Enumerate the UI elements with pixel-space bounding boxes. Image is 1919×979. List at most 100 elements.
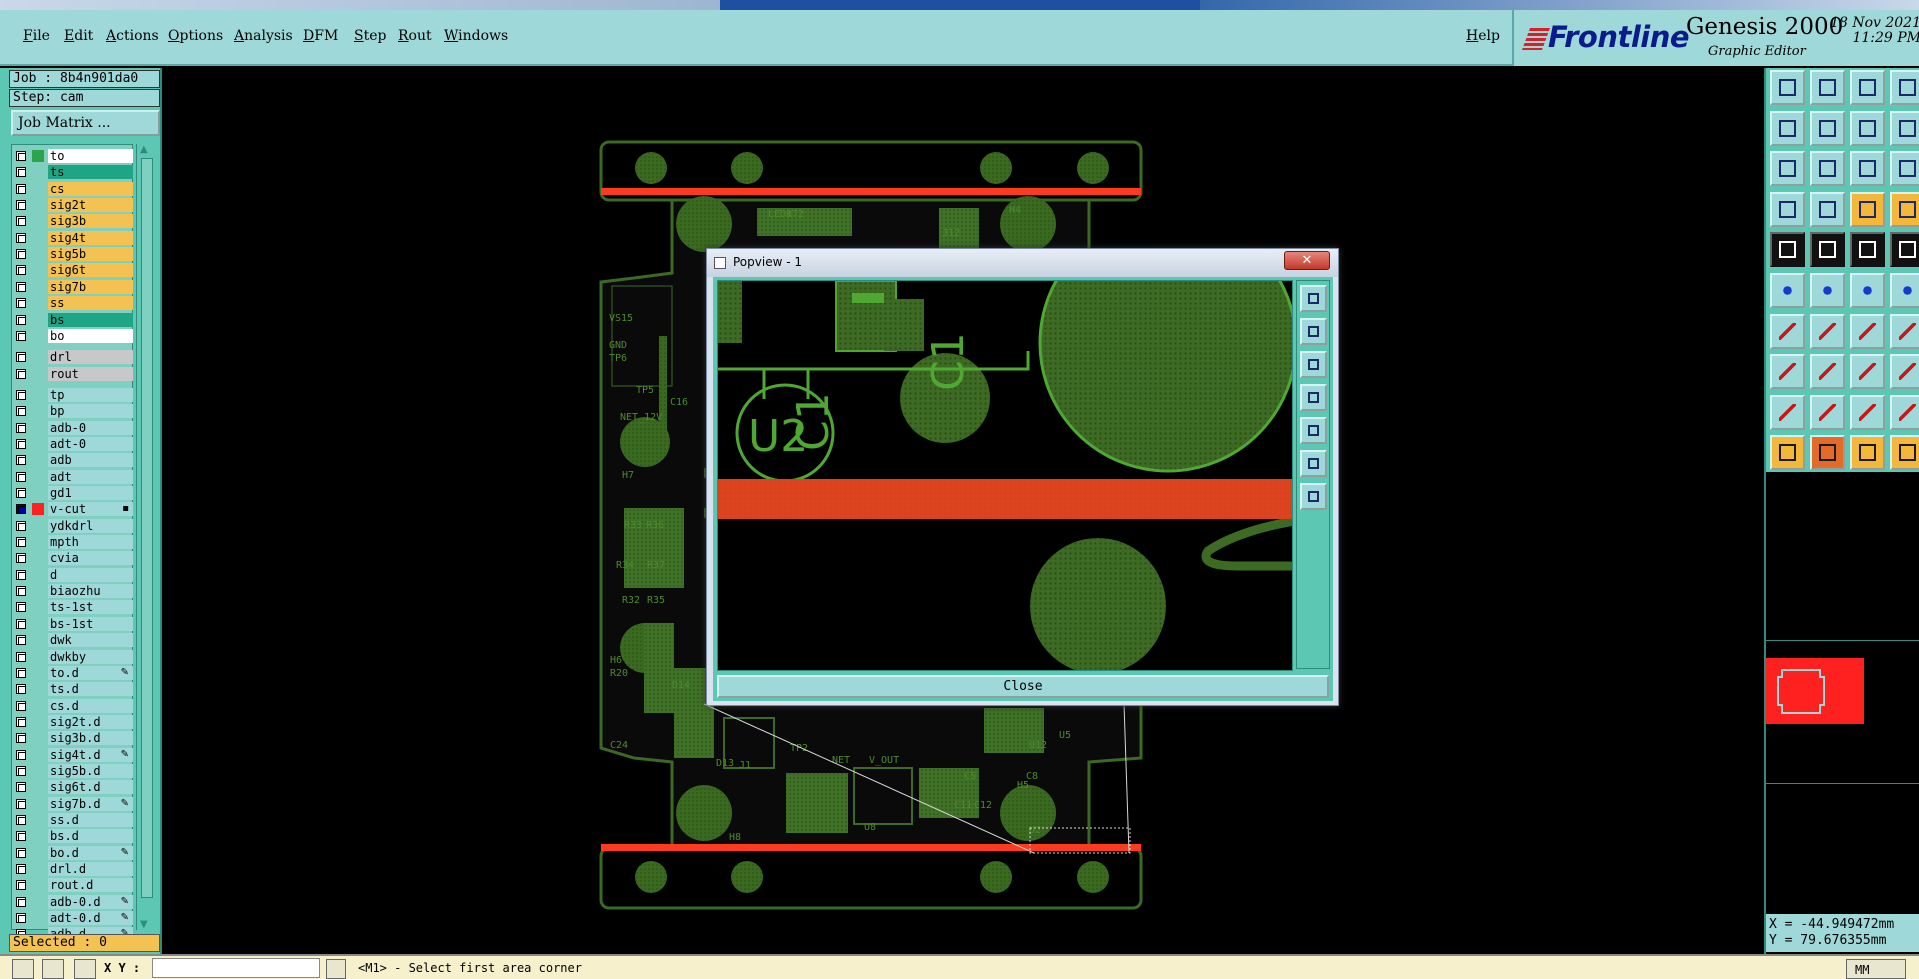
layer-row[interactable]: rout.d: [12, 877, 133, 893]
layer-row[interactable]: sig4t.d ✎: [12, 747, 133, 763]
triangle-button[interactable]: [1770, 394, 1805, 430]
ruler-button[interactable]: [1850, 232, 1885, 268]
layer-name[interactable]: bo: [48, 328, 133, 343]
layer-display-checkbox[interactable]: [16, 553, 26, 564]
layer-color-swatch[interactable]: [32, 618, 44, 630]
layer-display-checkbox[interactable]: [16, 684, 26, 695]
layer-color-swatch[interactable]: [32, 552, 44, 564]
layer-display-checkbox[interactable]: [16, 281, 26, 292]
layer-row[interactable]: d: [12, 567, 133, 583]
layer-display-checkbox[interactable]: [16, 167, 26, 178]
layer-name[interactable]: dwkby: [48, 649, 133, 664]
layer-list-scrollbar[interactable]: ▲ ▼: [136, 144, 158, 930]
layer-row[interactable]: sig4t: [12, 230, 133, 246]
close-icon[interactable]: ✕: [1284, 251, 1330, 270]
layer-name[interactable]: cs.d: [48, 698, 133, 713]
layer-name[interactable]: cvia: [48, 551, 133, 566]
layer-row[interactable]: adb: [12, 452, 133, 468]
layer-color-swatch[interactable]: [32, 634, 44, 646]
layer-display-checkbox[interactable]: [16, 406, 26, 417]
layer-display-checkbox[interactable]: [16, 602, 26, 613]
layer-row[interactable]: bp: [12, 403, 133, 419]
measure-button[interactable]: [1770, 191, 1805, 227]
measure-mode-icon[interactable]: [42, 959, 64, 979]
layer-row[interactable]: drl: [12, 349, 133, 365]
layer-name[interactable]: ss.d: [48, 813, 133, 827]
layer-name[interactable]: ts-1st: [48, 600, 133, 615]
layer-color-swatch[interactable]: [32, 248, 44, 260]
measure-2-button[interactable]: [1850, 354, 1885, 390]
layer-name[interactable]: biaozhu: [48, 584, 133, 599]
layer-compare-button[interactable]: [1850, 191, 1885, 227]
layer-row[interactable]: tp: [12, 387, 133, 403]
scroll-down-icon[interactable]: ▼: [140, 919, 148, 930]
layer-name[interactable]: v-cut: [48, 502, 133, 517]
menu-dfm[interactable]: DFM: [303, 28, 338, 44]
layer-row[interactable]: ydkdrl: [12, 518, 133, 534]
layer-display-checkbox[interactable]: [16, 330, 26, 341]
layer-color-swatch[interactable]: [32, 781, 44, 793]
zoom-in-button[interactable]: [1770, 70, 1805, 105]
layer-row[interactable]: adt: [12, 469, 133, 485]
layer-name[interactable]: adb: [48, 453, 133, 468]
popview-titlebar[interactable]: Popview - 1 ✕: [707, 249, 1338, 277]
layer-color-swatch[interactable]: [32, 297, 44, 309]
node-button[interactable]: [1850, 273, 1885, 308]
layer-row[interactable]: ss.d: [12, 812, 133, 828]
layer-color-swatch[interactable]: [32, 847, 44, 859]
layer-display-checkbox[interactable]: [16, 782, 26, 793]
pointer-button[interactable]: [1770, 435, 1805, 471]
grid-toggle-button[interactable]: [1810, 191, 1845, 227]
layer-display-checkbox[interactable]: [16, 389, 26, 400]
layer-row[interactable]: rout: [12, 366, 133, 382]
layer-name[interactable]: adt: [48, 469, 133, 484]
help-button[interactable]: [1890, 151, 1919, 187]
pad-edit-button[interactable]: [1770, 354, 1805, 390]
layer-name[interactable]: drl.d: [48, 862, 133, 877]
layer-display-checkbox[interactable]: [16, 352, 26, 363]
layer-color-swatch[interactable]: [32, 520, 44, 532]
layer-name[interactable]: sig2t.d: [48, 714, 133, 729]
layer-name[interactable]: ss: [48, 296, 133, 311]
layer-color-swatch[interactable]: [32, 912, 44, 924]
layer-row[interactable]: sig3b.d: [12, 730, 133, 746]
layer-display-checkbox[interactable]: [16, 298, 26, 309]
layer-name[interactable]: bs-1st: [48, 616, 133, 631]
layer-color-swatch[interactable]: [32, 232, 44, 244]
menu-options[interactable]: Options: [168, 28, 223, 44]
layer-row[interactable]: adb-0.d ✎: [12, 894, 133, 910]
layer-color-swatch[interactable]: [32, 569, 44, 581]
layer-name[interactable]: adt-0: [48, 436, 133, 451]
triangle-4-button[interactable]: [1890, 394, 1919, 430]
layer-color-swatch[interactable]: [32, 150, 44, 162]
layer-name[interactable]: ts: [48, 165, 133, 180]
menu-analysis[interactable]: Analysis: [234, 28, 293, 44]
menu-step[interactable]: Step: [354, 28, 386, 44]
copy-button[interactable]: [1890, 354, 1919, 390]
layer-name[interactable]: ts.d: [48, 682, 133, 697]
layer-row[interactable]: bs: [12, 312, 133, 328]
popview-fit-window-button[interactable]: [1300, 450, 1327, 477]
layer-display-checkbox[interactable]: [16, 216, 26, 227]
layer-color-swatch[interactable]: [32, 667, 44, 679]
layer-display-checkbox[interactable]: [16, 183, 26, 194]
pan-right-button[interactable]: [1810, 110, 1845, 146]
layer-color-swatch[interactable]: [32, 683, 44, 695]
draw-line-2-button[interactable]: [1810, 313, 1845, 349]
cross-button[interactable]: [1810, 273, 1845, 308]
layer-row[interactable]: sig7b: [12, 279, 133, 295]
layer-display-checkbox[interactable]: [16, 455, 26, 466]
layer-name[interactable]: rout: [48, 366, 133, 381]
center-button[interactable]: [1810, 151, 1845, 187]
scale-button[interactable]: [1850, 151, 1885, 187]
layer-row[interactable]: to.d ✎: [12, 665, 133, 681]
layer-display-checkbox[interactable]: [16, 265, 26, 276]
layer-display-checkbox[interactable]: [16, 200, 26, 211]
layer-display-checkbox[interactable]: [16, 569, 26, 580]
layer-color-swatch[interactable]: [32, 471, 44, 483]
layer-display-checkbox[interactable]: [16, 700, 26, 711]
layer-color-swatch[interactable]: [32, 330, 44, 342]
layer-name[interactable]: sig6t: [48, 263, 133, 278]
layer-row[interactable]: sig5b: [12, 246, 133, 262]
layer-name[interactable]: tp: [48, 387, 133, 402]
